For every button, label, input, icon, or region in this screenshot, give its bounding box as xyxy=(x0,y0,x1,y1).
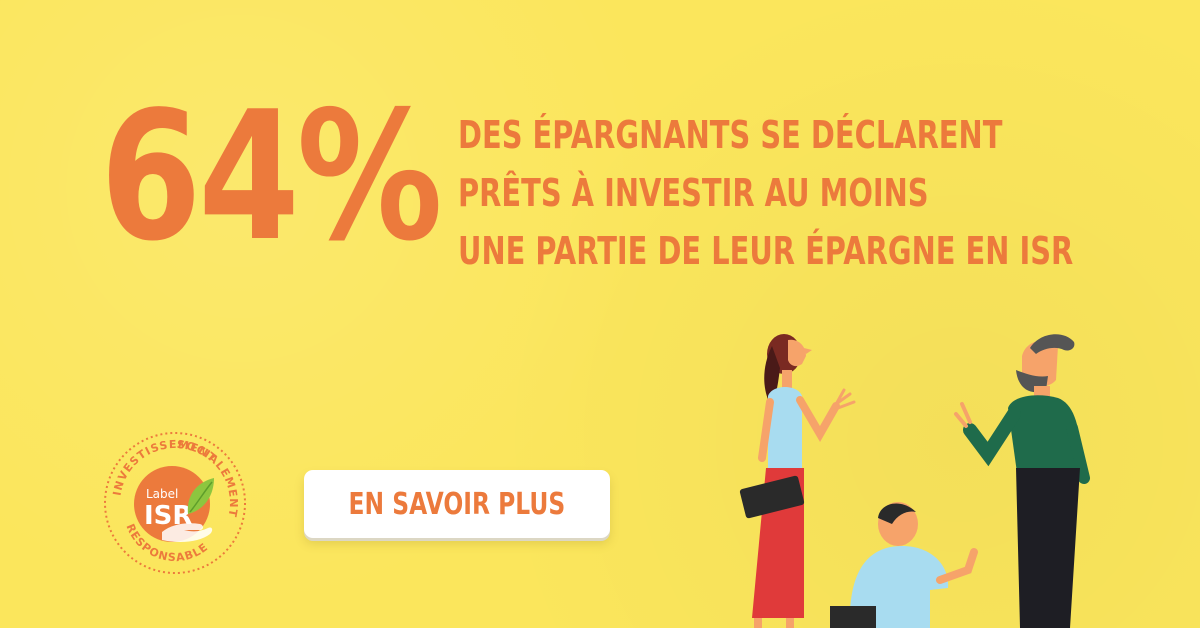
people-illustration xyxy=(739,334,1090,628)
headline-line-1: DES ÉPARGNANTS SE DÉCLARENT xyxy=(458,113,1003,157)
woman-figure xyxy=(739,334,856,628)
man-figure xyxy=(954,334,1090,628)
label-isr-badge: INVESTISSEMENT SOCIALEMENT RESPONSABLE L… xyxy=(104,428,248,574)
headline-line-2: PRÊTS À INVESTIR AU MOINS xyxy=(458,171,929,215)
badge-label-small: Label xyxy=(146,487,178,501)
headline: DES ÉPARGNANTS SE DÉCLARENT PRÊTS À INVE… xyxy=(458,106,1073,280)
en-savoir-plus-button[interactable]: EN SAVOIR PLUS xyxy=(304,470,610,538)
banner: 64% DES ÉPARGNANTS SE DÉCLARENT PRÊTS À … xyxy=(0,0,1200,628)
child-figure xyxy=(830,502,978,628)
cta-label: EN SAVOIR PLUS xyxy=(348,486,566,522)
headline-line-3: UNE PARTIE DE LEUR ÉPARGNE EN ISR xyxy=(458,229,1074,273)
stat-percentage: 64% xyxy=(100,73,443,280)
